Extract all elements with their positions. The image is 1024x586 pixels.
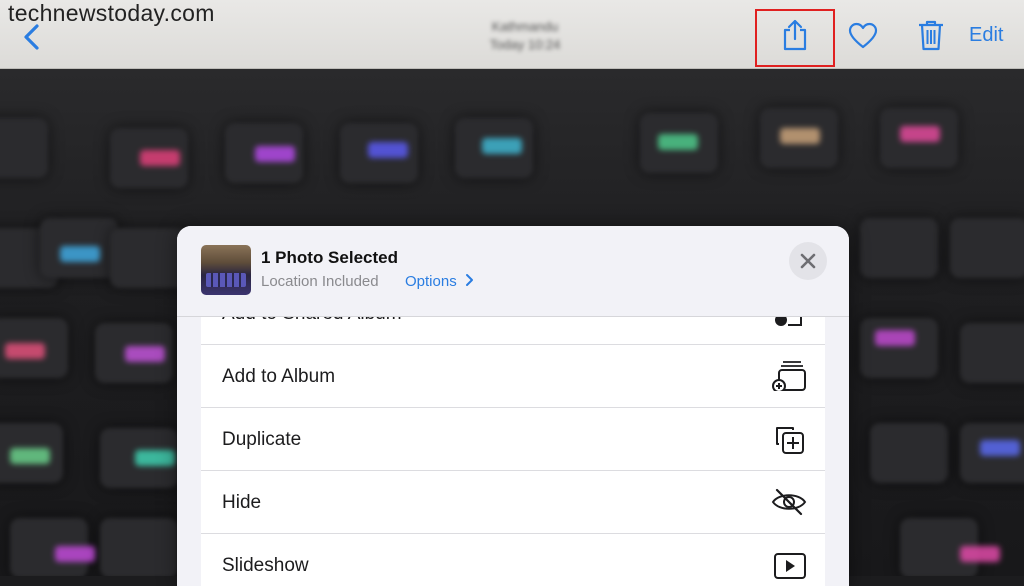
add-album-icon [772,361,806,391]
photo-date: Today 10:24 [489,37,561,52]
close-button[interactable] [789,242,827,280]
action-label: Slideshow [222,555,309,576]
list-item[interactable]: Duplicate [201,408,825,471]
action-label: Duplicate [222,429,302,450]
close-icon [800,253,816,269]
options-link[interactable]: Options [405,273,475,290]
trash-icon[interactable] [917,19,945,52]
share-sheet: 1 Photo Selected Location Included Optio… [177,226,849,586]
duplicate-icon [776,427,804,454]
watermark: technewstoday.com [8,0,215,26]
list-item[interactable]: Slideshow [201,534,825,586]
heart-icon[interactable] [848,22,878,50]
action-label: Hide [222,492,262,513]
action-label: Add to Album [222,366,336,387]
location-status: Location Included [261,273,379,290]
options-label: Options [405,273,457,290]
photo-thumbnail [201,245,251,295]
share-icon[interactable] [781,18,809,52]
share-sheet-header: 1 Photo Selected Location Included Optio… [177,226,849,317]
list-item[interactable]: Hide [201,471,825,534]
photo-title: Kathmandu Today 10:24 [440,18,610,54]
edit-button[interactable]: Edit [969,24,1003,47]
action-list: Add to Shared Album Add to Album Duplica… [201,282,825,586]
chevron-right-icon [465,274,473,286]
photo-location: Kathmandu [491,19,559,34]
selection-title: 1 Photo Selected [261,248,398,267]
list-item[interactable]: Add to Album [201,345,825,408]
eye-slash-icon [771,488,807,516]
